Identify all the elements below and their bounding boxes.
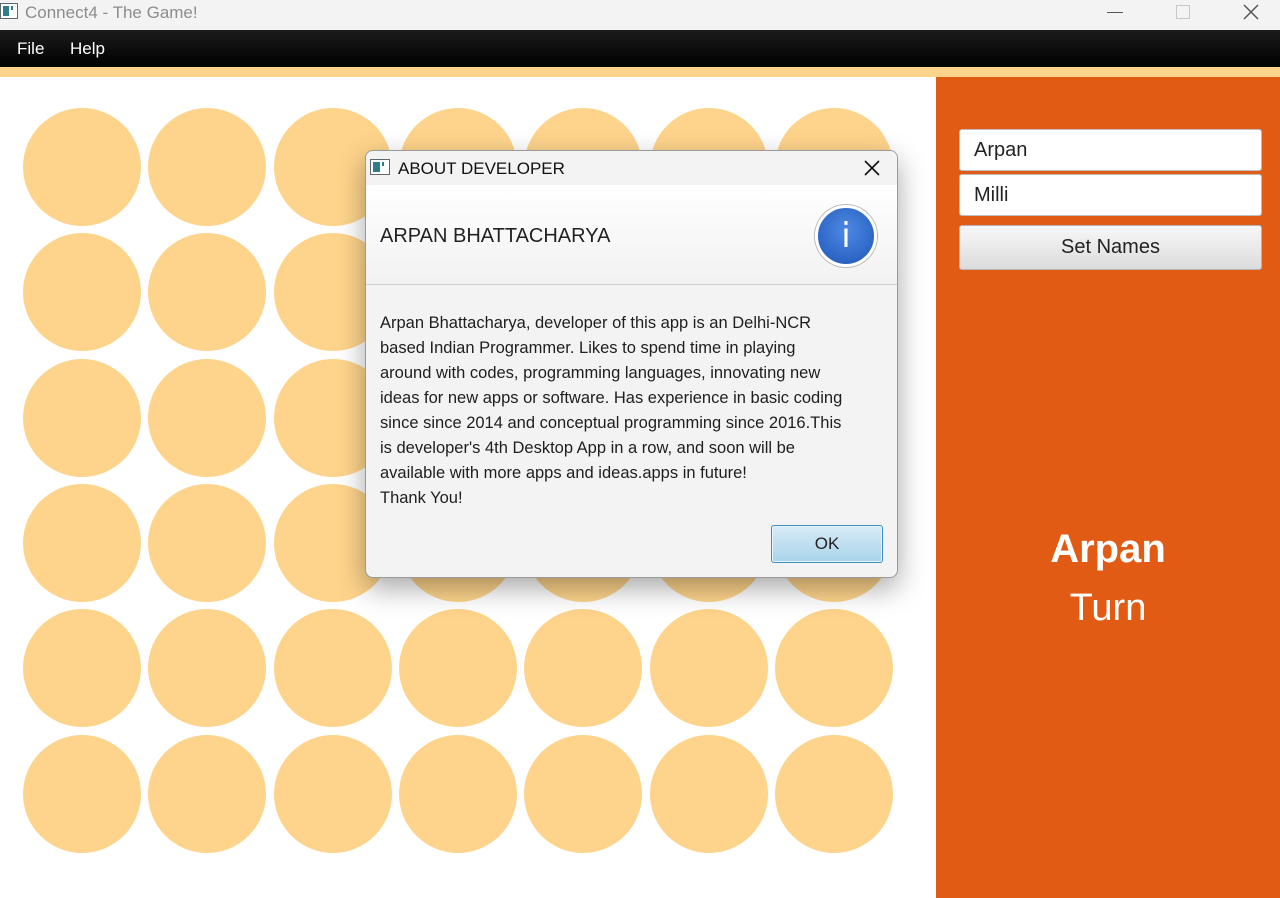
- ok-button[interactable]: OK: [771, 525, 883, 563]
- board-slot[interactable]: [148, 358, 267, 477]
- board-slot[interactable]: [148, 233, 267, 352]
- dialog-title: ABOUT DEVELOPER: [398, 159, 565, 178]
- menu-file[interactable]: File: [17, 39, 44, 59]
- close-icon: [864, 160, 880, 176]
- board-slot[interactable]: [273, 609, 392, 728]
- set-names-button[interactable]: Set Names: [959, 225, 1262, 270]
- minimize-icon: [1107, 11, 1123, 13]
- dialog-close-button[interactable]: [856, 155, 888, 181]
- maximize-icon: [1176, 5, 1190, 19]
- info-icon: i: [815, 205, 877, 267]
- board-slot[interactable]: [23, 483, 141, 602]
- window-title: Connect4 - The Game!: [25, 3, 198, 22]
- current-player-name: Arpan: [1050, 527, 1166, 571]
- maximize-button[interactable]: [1160, 0, 1206, 30]
- board-slot[interactable]: [148, 609, 267, 728]
- menu-help[interactable]: Help: [70, 39, 105, 59]
- board-slot[interactable]: [23, 609, 141, 728]
- board-slot[interactable]: [23, 734, 141, 853]
- dialog-header: ARPAN BHATTACHARYA i: [366, 185, 897, 285]
- window-titlebar: Connect4 - The Game!: [0, 0, 1280, 30]
- board-slot[interactable]: [148, 734, 267, 853]
- minimize-button[interactable]: [1092, 0, 1138, 30]
- close-icon: [1243, 4, 1259, 20]
- dialog-message: Arpan Bhattacharya, developer of this ap…: [380, 314, 843, 507]
- board-slot[interactable]: [774, 609, 893, 728]
- dialog-heading: ARPAN BHATTACHARYA: [380, 225, 611, 247]
- menu-bar: File Help: [0, 30, 1280, 67]
- board-slot[interactable]: [148, 108, 267, 226]
- board-slot[interactable]: [23, 358, 141, 477]
- board-slot[interactable]: [774, 734, 893, 853]
- board-slot[interactable]: [649, 734, 768, 853]
- board-slot[interactable]: [148, 483, 267, 602]
- app-icon: [0, 3, 18, 19]
- player-two-name-input[interactable]: [959, 174, 1262, 216]
- board-slot[interactable]: [398, 609, 517, 728]
- player-one-name-input[interactable]: [959, 129, 1262, 171]
- board-slot[interactable]: [23, 108, 141, 226]
- board-slot[interactable]: [398, 734, 517, 853]
- dialog-titlebar: ABOUT DEVELOPER: [366, 151, 897, 185]
- board-slot[interactable]: [649, 609, 768, 728]
- about-developer-dialog: ABOUT DEVELOPER ARPAN BHATTACHARYA i Arp…: [365, 150, 898, 578]
- side-panel: Set Names Arpan Turn: [936, 77, 1280, 898]
- board-slot[interactable]: [23, 233, 141, 352]
- board-slot[interactable]: [524, 609, 643, 728]
- board-slot[interactable]: [273, 734, 392, 853]
- header-stripe: [0, 67, 1280, 77]
- board-slot[interactable]: [524, 734, 643, 853]
- turn-label: Turn: [1069, 587, 1147, 629]
- dialog-app-icon: [370, 159, 390, 175]
- close-window-button[interactable]: [1228, 0, 1274, 30]
